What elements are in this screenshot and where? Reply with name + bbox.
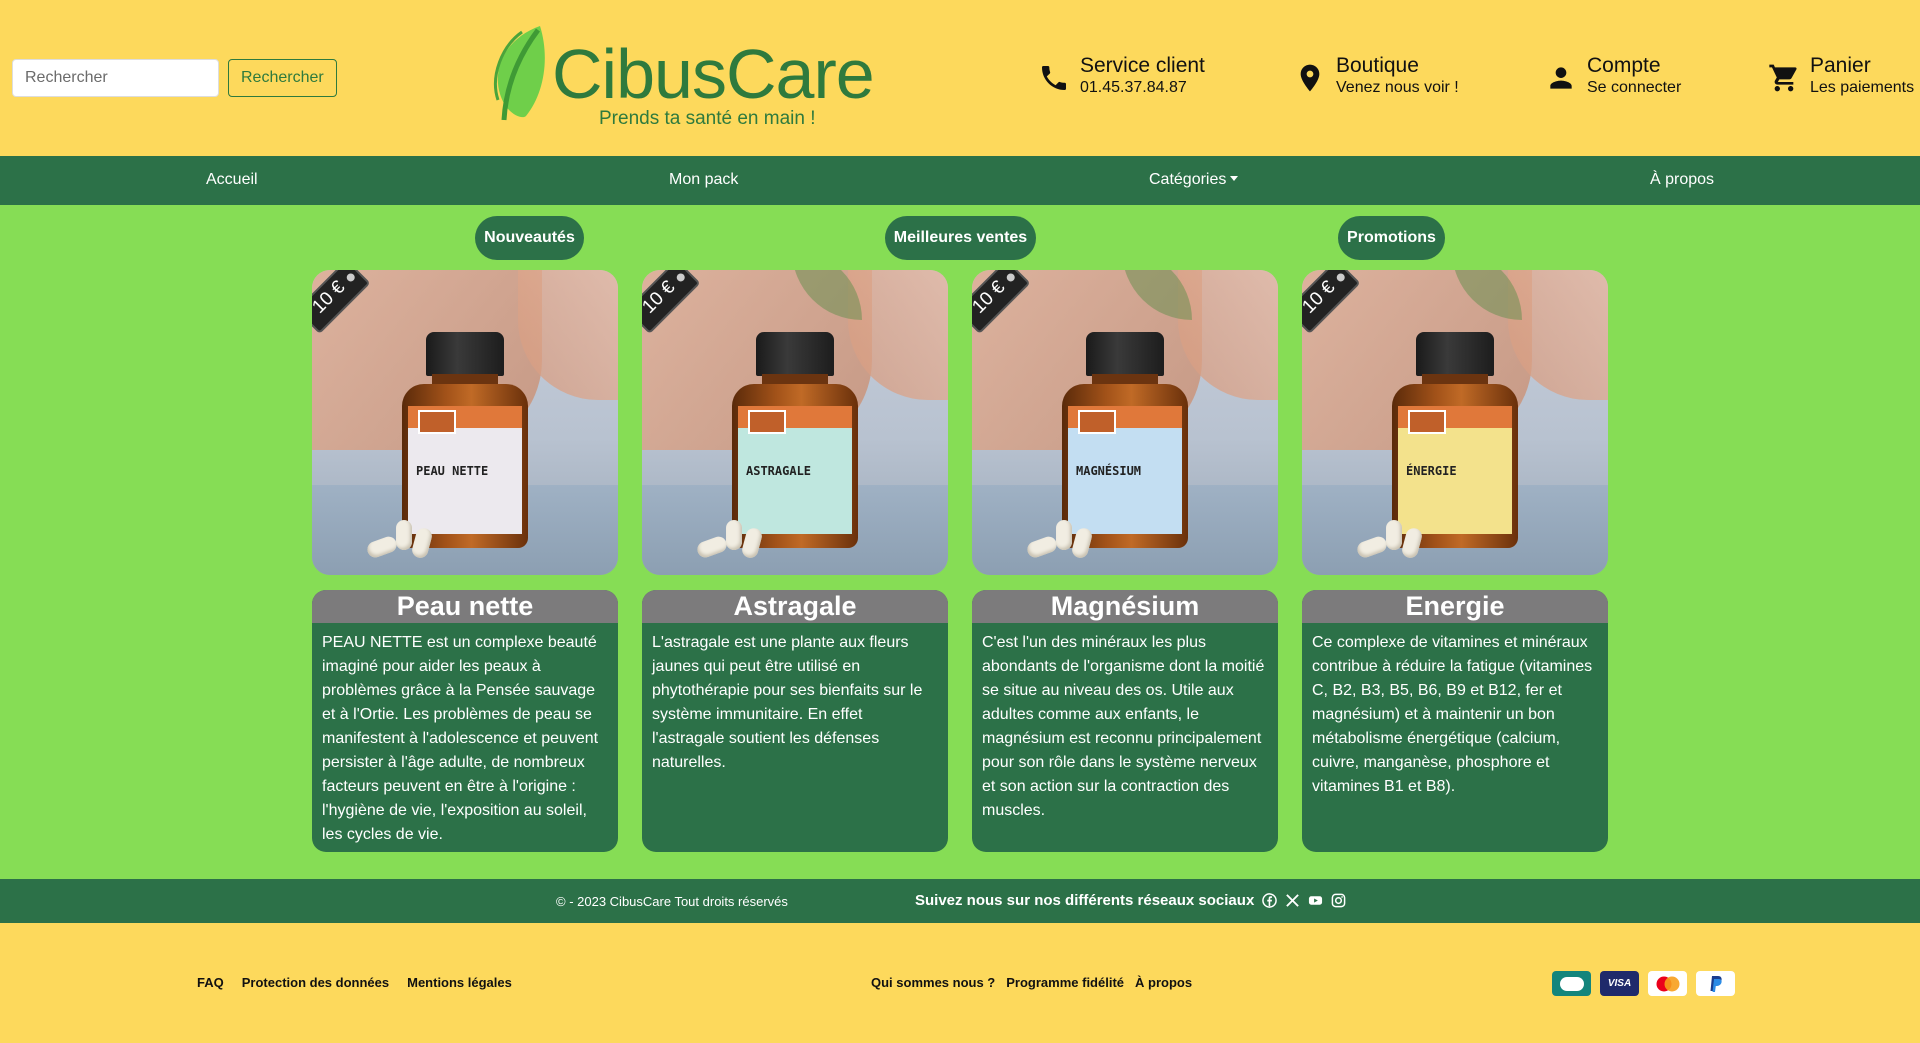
cb-card-icon <box>1552 971 1591 996</box>
bottom-footer: FAQ Protection des données Mentions léga… <box>0 923 1920 1043</box>
cart-title: Panier <box>1810 54 1871 77</box>
customer-service-phone: 01.45.37.84.87 <box>1080 79 1187 96</box>
jar-brand-logo <box>418 410 456 434</box>
nav-home[interactable]: Accueil <box>206 171 258 189</box>
footer-link-legal[interactable]: Mentions légales <box>407 975 512 990</box>
nav-categories-dropdown[interactable]: Catégories <box>1149 171 1239 189</box>
footer-link-privacy[interactable]: Protection des données <box>242 975 389 990</box>
tab-new-products[interactable]: Nouveautés <box>475 216 584 260</box>
store-subtitle: Venez nous voir ! <box>1336 79 1459 96</box>
product-image-peau-nette[interactable]: PEAU NETTE 10 € <box>312 270 618 575</box>
jar-lid <box>1416 332 1494 376</box>
product-description: Ce complexe de vitamines et minéraux con… <box>1312 634 1593 795</box>
location-pin-icon <box>1300 64 1320 92</box>
account-subtitle: Se connecter <box>1587 79 1682 96</box>
logo-name: CibusCare <box>552 35 875 113</box>
product-card-peau-nette: Peau nette PEAU NETTE est un complexe be… <box>312 590 618 852</box>
product-description: L'astragale est une plante aux fleurs ja… <box>652 634 923 771</box>
jar-product-name: ASTRAGALE <box>746 464 812 478</box>
product-jar: ÉNERGIE <box>1392 332 1518 548</box>
product-card-magnesium: Magnésium C'est l'un des minéraux les pl… <box>972 590 1278 852</box>
tab-best-sellers[interactable]: Meilleures ventes <box>885 216 1036 260</box>
footer-links-left: FAQ Protection des données Mentions léga… <box>197 975 512 990</box>
footer-bar: © - 2023 CibusCare Tout droits réservés … <box>0 879 1920 923</box>
social-section: Suivez nous sur nos différents réseaux s… <box>915 892 1346 909</box>
capsule <box>1056 520 1072 550</box>
logo-tagline: Prends ta santé en main ! <box>599 108 816 129</box>
account-title: Compte <box>1587 54 1661 77</box>
site-header: Rechercher CibusCare Prends ta santé en … <box>0 0 1920 156</box>
capsule <box>396 520 412 550</box>
product-jar: PEAU NETTE <box>402 332 528 548</box>
phone-icon <box>1042 66 1066 90</box>
jar-brand-logo <box>1078 410 1116 434</box>
cart-subtitle: Les paiements <box>1810 79 1915 96</box>
site-logo[interactable]: CibusCare Prends ta santé en main ! <box>492 22 875 134</box>
youtube-icon[interactable] <box>1308 893 1323 908</box>
footer-link-loyalty[interactable]: Programme fidélité <box>1006 975 1124 990</box>
product-image-astragale[interactable]: ASTRAGALE 10 € <box>642 270 948 575</box>
product-title[interactable]: Astragale <box>642 590 948 623</box>
jar-brand-logo <box>748 410 786 434</box>
product-image-energie[interactable]: ÉNERGIE 10 € <box>1302 270 1608 575</box>
store-title: Boutique <box>1336 54 1419 77</box>
user-icon <box>1550 67 1572 89</box>
customer-service[interactable]: Service client 01.45.37.84.87 <box>1038 54 1205 98</box>
instagram-icon[interactable] <box>1331 893 1346 908</box>
jar-label: ASTRAGALE <box>738 406 852 534</box>
payment-methods: VISA <box>1552 971 1735 996</box>
jar-label: MAGNÉSIUM <box>1068 406 1182 534</box>
capsule <box>726 520 742 550</box>
jar-label: PEAU NETTE <box>408 406 522 534</box>
product-title[interactable]: Energie <box>1302 590 1608 623</box>
product-title[interactable]: Magnésium <box>972 590 1278 623</box>
main-content: Nouveautés Meilleures ventes Promotions … <box>0 205 1920 879</box>
cart-icon <box>1769 64 1797 92</box>
store-link[interactable]: Boutique Venez nous voir ! <box>1294 54 1459 98</box>
search-form: Rechercher <box>12 59 337 97</box>
footer-link-about[interactable]: À propos <box>1135 975 1192 990</box>
jar-lid <box>1086 332 1164 376</box>
product-description: C'est l'un des minéraux les plus abondan… <box>982 634 1265 819</box>
nav-my-pack[interactable]: Mon pack <box>669 171 738 189</box>
nav-about[interactable]: À propos <box>1650 171 1714 189</box>
mastercard-icon <box>1648 971 1687 996</box>
jar-lid <box>426 332 504 376</box>
search-button[interactable]: Rechercher <box>228 59 337 97</box>
capsule <box>1386 520 1402 550</box>
visa-card-icon: VISA <box>1600 971 1639 996</box>
product-jar: MAGNÉSIUM <box>1062 332 1188 548</box>
account-link[interactable]: Compte Se connecter <box>1545 54 1681 98</box>
social-text: Suivez nous sur nos différents réseaux s… <box>915 892 1255 909</box>
footer-links-right: Qui sommes nous ? Programme fidélité À p… <box>871 975 1192 990</box>
x-icon[interactable] <box>1285 893 1300 908</box>
footer-link-who-we-are[interactable]: Qui sommes nous ? <box>871 975 995 990</box>
copyright-text: © - 2023 CibusCare Tout droits réservés <box>556 894 788 909</box>
jar-lid <box>756 332 834 376</box>
product-jar: ASTRAGALE <box>732 332 858 548</box>
nav-categories-label: Catégories <box>1149 171 1227 188</box>
jar-product-name: ÉNERGIE <box>1406 464 1457 478</box>
caret-down-icon <box>1230 176 1239 181</box>
product-description: PEAU NETTE est un complexe beauté imagin… <box>322 634 599 843</box>
product-image-magnesium[interactable]: MAGNÉSIUM 10 € <box>972 270 1278 575</box>
leaf-logo-icon <box>494 26 545 121</box>
paypal-icon <box>1696 971 1735 996</box>
jar-product-name: MAGNÉSIUM <box>1076 464 1142 478</box>
customer-service-title: Service client <box>1080 54 1205 77</box>
product-card-energie: Energie Ce complexe de vitamines et miné… <box>1302 590 1608 852</box>
main-nav: Accueil Mon pack Catégories À propos <box>0 156 1920 205</box>
jar-brand-logo <box>1408 410 1446 434</box>
jar-label: ÉNERGIE <box>1398 406 1512 534</box>
facebook-icon[interactable] <box>1262 893 1278 908</box>
tab-promotions[interactable]: Promotions <box>1338 216 1445 260</box>
product-card-astragale: Astragale L'astragale est une plante aux… <box>642 590 948 852</box>
jar-product-name: PEAU NETTE <box>416 464 489 478</box>
product-title[interactable]: Peau nette <box>312 590 618 623</box>
cart-link[interactable]: Panier Les paiements <box>1768 54 1914 98</box>
footer-link-faq[interactable]: FAQ <box>197 975 224 990</box>
search-input[interactable] <box>12 59 219 97</box>
